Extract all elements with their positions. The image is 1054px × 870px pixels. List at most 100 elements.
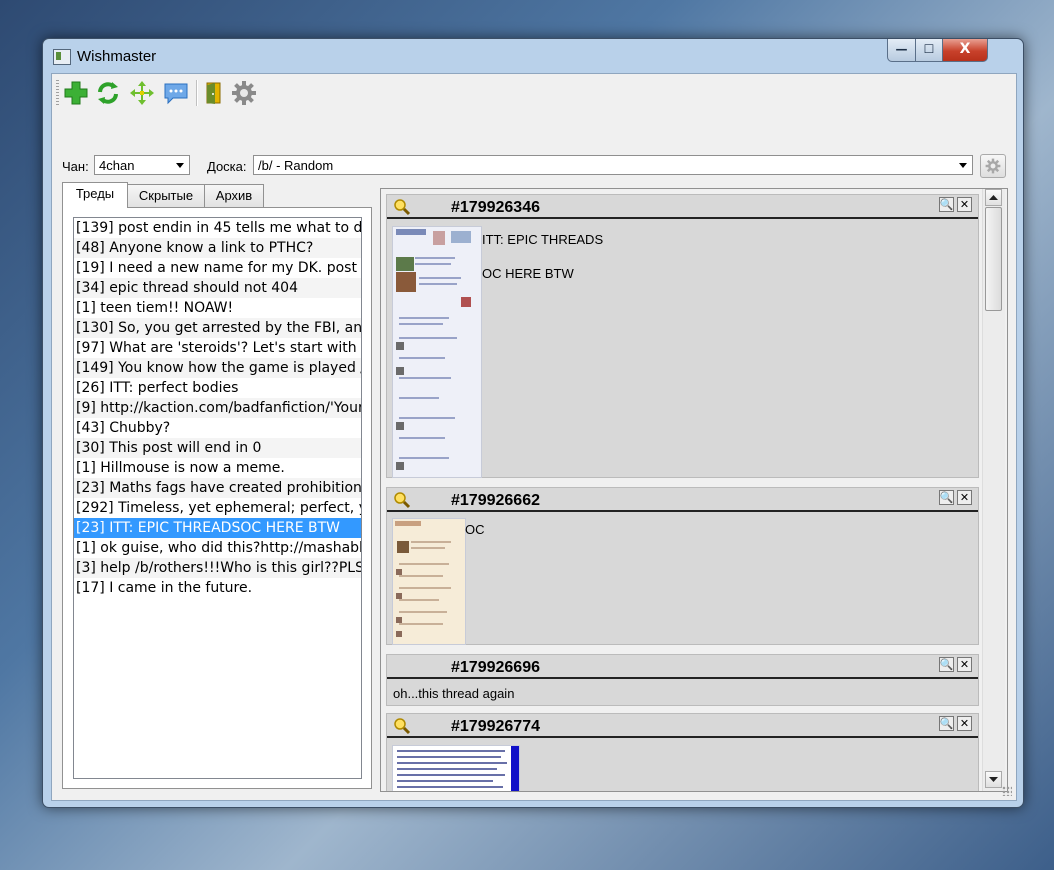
post-text: OC	[465, 522, 485, 537]
add-button[interactable]	[62, 79, 90, 107]
magnifier-icon[interactable]	[393, 717, 411, 735]
hide-post-button[interactable]: ✕	[957, 197, 972, 212]
posts-scrollbar[interactable]	[982, 189, 1005, 791]
thread-list-item[interactable]: [48] Anyone know a link to PTHC?	[74, 238, 361, 258]
thread-list[interactable]: [139] post endin in 45 tells me what to …	[73, 217, 362, 779]
scrollbar-thumb[interactable]	[985, 207, 1002, 311]
door-icon	[206, 82, 221, 104]
post-thumbnail[interactable]	[392, 226, 482, 478]
thread-screenshot-image	[393, 519, 465, 644]
zoom-icon: 🔍	[939, 717, 954, 730]
post-thumbnail[interactable]	[392, 518, 466, 645]
close-icon: ✕	[959, 198, 970, 211]
board-label: Доска:	[207, 159, 247, 174]
board-select-value: /b/ - Random	[258, 158, 334, 173]
status-bar	[52, 778, 1016, 800]
zoom-icon: 🔍	[939, 198, 954, 211]
gear-icon	[985, 158, 1001, 174]
thread-list-item[interactable]: [139] post endin in 45 tells me what to …	[74, 218, 361, 238]
thread-list-item[interactable]: [17] I came in the future.	[74, 578, 361, 598]
hide-post-button[interactable]: ✕	[957, 657, 972, 672]
chevron-down-icon	[959, 163, 967, 168]
zoom-post-button[interactable]: 🔍	[939, 657, 954, 672]
gear-icon	[232, 81, 256, 105]
thread-list-item[interactable]: [23] ITT: EPIC THREADSOC HERE BTW	[74, 518, 361, 538]
board-settings-button[interactable]	[980, 154, 1006, 178]
thread-list-item[interactable]: [19] I need a new name for my DK. post e…	[74, 258, 361, 278]
post-number: #179926346	[451, 199, 540, 216]
zoom-post-button[interactable]: 🔍	[939, 716, 954, 731]
move-arrows-icon	[130, 81, 154, 105]
app-icon	[53, 49, 71, 65]
thread-screenshot-image	[393, 227, 481, 477]
magnifier-icon[interactable]	[393, 198, 411, 216]
main-window: Wishmaster — ☐ X Чан: 4chan Доска: /b/ -…	[42, 38, 1024, 808]
post-text: oh...this thread again	[393, 686, 515, 701]
toolbar-grip-handle[interactable]	[56, 80, 59, 106]
client-area: Чан: 4chan Доска: /b/ - Random Треды Скр…	[51, 73, 1017, 801]
post-card: #179926662 🔍 ✕ OC	[386, 487, 979, 645]
threads-tab-panel: [139] post endin in 45 tells me what to …	[62, 207, 372, 789]
tab-hidden[interactable]: Скрытые	[127, 184, 205, 207]
toolbar-separator	[196, 80, 198, 106]
post-text: ITT: EPIC THREADS OC HERE BTW	[482, 232, 604, 281]
post-number: #179926662	[451, 492, 540, 509]
board-select[interactable]: /b/ - Random	[253, 155, 973, 175]
zoom-icon: 🔍	[939, 658, 954, 671]
thread-list-item[interactable]: [3] help /b/rothers!!!Who is this girl??…	[74, 558, 361, 578]
tab-archive[interactable]: Архив	[204, 184, 264, 207]
settings-button[interactable]	[230, 79, 258, 107]
thread-list-item[interactable]: [9] http://kaction.com/badfanfiction/'Yo…	[74, 398, 361, 418]
chevron-down-icon	[176, 163, 184, 168]
tab-threads[interactable]: Треды	[62, 182, 128, 208]
maximize-button[interactable]: ☐	[915, 39, 943, 62]
close-icon: ✕	[959, 491, 970, 504]
close-button[interactable]: X	[942, 39, 988, 62]
title-bar[interactable]: Wishmaster — ☐ X	[43, 39, 1023, 73]
post-header: #179926696 🔍 ✕	[387, 655, 978, 679]
thread-list-item[interactable]: [149] You know how the game is played /b…	[74, 358, 361, 378]
hide-post-button[interactable]: ✕	[957, 490, 972, 505]
exit-button[interactable]	[200, 79, 228, 107]
chan-label: Чан:	[62, 159, 89, 174]
post-number: #179926696	[451, 659, 540, 676]
refresh-button[interactable]	[94, 79, 122, 107]
minimize-button[interactable]: —	[887, 39, 916, 62]
hide-post-button[interactable]: ✕	[957, 716, 972, 731]
plus-icon	[64, 81, 88, 105]
post-button[interactable]	[162, 79, 190, 107]
close-icon: ✕	[959, 658, 970, 671]
thread-list-item[interactable]: [292] Timeless, yet ephemeral; perfect, …	[74, 498, 361, 518]
posts-view: #179926346 🔍 ✕ ITT: EPIC THREADS OC HERE…	[380, 188, 1008, 792]
thread-list-item[interactable]: [30] This post will end in 0	[74, 438, 361, 458]
post-card: #179926696 🔍 ✕ oh...this thread again	[386, 654, 979, 706]
post-header: #179926774 🔍 ✕	[387, 714, 978, 738]
thread-list-item[interactable]: [1] Hillmouse is now a meme.	[74, 458, 361, 478]
thread-list-item[interactable]: [43] Chubby?	[74, 418, 361, 438]
thread-list-item[interactable]: [97] What are 'steroids'? Let's start wi…	[74, 338, 361, 358]
zoom-post-button[interactable]: 🔍	[939, 197, 954, 212]
thread-list-item[interactable]: [23] Maths fags have created prohibition…	[74, 478, 361, 498]
thread-list-item[interactable]: [1] ok guise, who did this?http://mashab…	[74, 538, 361, 558]
window-title: Wishmaster	[77, 48, 157, 65]
post-header: #179926662 🔍 ✕	[387, 488, 978, 512]
resize-grip[interactable]	[1002, 786, 1012, 796]
chan-select-value: 4chan	[99, 158, 135, 173]
zoom-post-button[interactable]: 🔍	[939, 490, 954, 505]
thread-list-item[interactable]: [26] ITT: perfect bodies	[74, 378, 361, 398]
move-button[interactable]	[128, 79, 156, 107]
post-header: #179926346 🔍 ✕	[387, 195, 978, 219]
scroll-up-button[interactable]	[985, 189, 1002, 206]
magnifier-icon[interactable]	[393, 491, 411, 509]
thread-list-item[interactable]: [1] teen tiem!! NOAW!	[74, 298, 361, 318]
thread-list-item[interactable]: [34] epic thread should not 404	[74, 278, 361, 298]
speech-bubble-icon	[164, 83, 188, 105]
post-card: #179926346 🔍 ✕ ITT: EPIC THREADS OC HERE…	[386, 194, 979, 478]
arrow-up-icon	[989, 195, 998, 200]
toolbar	[52, 74, 1016, 112]
thread-list-item[interactable]: [130] So, you get arrested by the FBI, a…	[74, 318, 361, 338]
chan-select[interactable]: 4chan	[94, 155, 190, 175]
refresh-icon	[98, 82, 118, 104]
post-number: #179926774	[451, 718, 540, 735]
close-icon: ✕	[959, 717, 970, 730]
